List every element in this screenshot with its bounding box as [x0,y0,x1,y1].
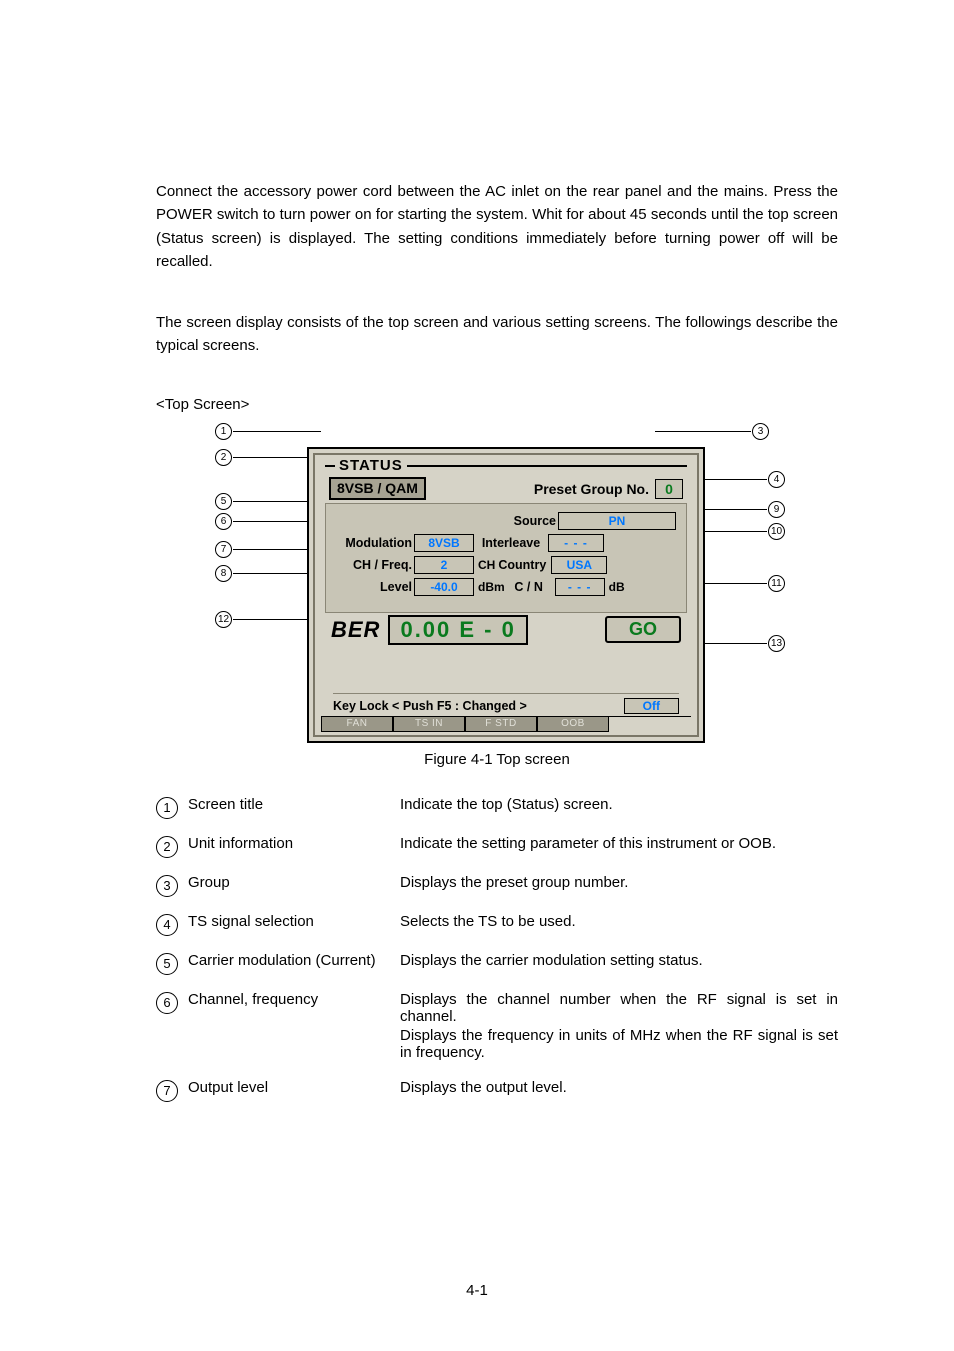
tab-oob[interactable]: OOB [537,717,609,732]
intro-paragraph-1: Connect the accessory power cord between… [156,180,838,273]
tab-fan[interactable]: FAN [321,717,393,732]
legend-number: 2 [156,836,178,858]
chfreq-unit: CH [478,558,495,572]
cn-unit: dB [609,580,625,594]
callout-7: 7 [215,541,232,558]
level-value[interactable]: -40.0 [414,578,474,596]
callout-3: 3 [752,423,769,440]
interleave-value[interactable]: - - - [548,534,604,552]
leader-3 [655,431,751,432]
callout-9: 9 [768,501,785,518]
callout-1: 1 [215,423,232,440]
cn-value[interactable]: - - - [555,578,605,596]
legend-number: 5 [156,953,178,975]
callout-12: 12 [215,611,232,628]
callout-6: 6 [215,513,232,530]
legend-list: 1 Screen titleIndicate the top (Status) s… [156,796,838,1102]
tab-tsin[interactable]: TS IN [393,717,465,732]
legend-desc: Displays the channel number when the RF … [400,991,838,1063]
legend-number: 7 [156,1080,178,1102]
level-label: Level [334,580,412,594]
callout-10: 10 [768,523,785,540]
keylock-value[interactable]: Off [624,698,679,714]
leader-1 [233,431,321,432]
legend-desc: Displays the carrier modulation setting … [400,952,838,971]
modulation-value[interactable]: 8VSB [414,534,474,552]
legend-desc: Selects the TS to be used. [400,913,838,932]
mode-tab[interactable]: 8VSB / QAM [329,477,426,500]
legend-desc: Indicate the top (Status) screen. [400,796,838,815]
legend-row: 2 Unit informationIndicate the setting pa… [156,835,838,858]
intro-paragraph-2: The screen display consists of the top s… [156,311,838,358]
screen-title: STATUS [335,457,407,474]
page-number: 4-1 [0,1282,954,1299]
legend-row: 4 TS signal selectionSelects the TS to be… [156,913,838,936]
legend-term: Group [188,874,400,891]
screenshot-figure: 1 2 5 6 7 8 12 3 4 9 10 11 13 STATUS 8VS… [207,423,787,743]
legend-row: 3 GroupDisplays the preset group number. [156,874,838,897]
preset-group-value[interactable]: 0 [655,479,683,499]
legend-term: Carrier modulation (Current) [188,952,400,969]
legend-number: 6 [156,992,178,1014]
callout-8: 8 [215,565,232,582]
chfreq-label: CH / Freq. [334,558,412,572]
bottom-tabs: FAN TS IN F STD OOB [321,716,691,732]
legend-number: 1 [156,797,178,819]
legend-desc: Displays the preset group number. [400,874,838,893]
legend-number: 4 [156,914,178,936]
legend-row: 5 Carrier modulation (Current)Displays th… [156,952,838,975]
parameter-panel: Source PN Modulation 8VSB Interleave - -… [325,503,687,613]
legend-term: Output level [188,1079,400,1096]
status-screen: STATUS 8VSB / QAM Preset Group No. 0 Sou… [307,447,705,743]
source-value[interactable]: PN [558,512,676,530]
level-unit: dBm [478,580,505,594]
callout-11: 11 [768,575,785,592]
cn-label: C / N [505,580,553,594]
chfreq-value[interactable]: 2 [414,556,474,574]
country-value[interactable]: USA [551,556,607,574]
legend-term: Screen title [188,796,400,813]
legend-number: 3 [156,875,178,897]
go-button[interactable]: GO [605,616,681,643]
subhead-top-screen: <Top Screen> [156,396,838,413]
legend-row: 7 Output levelDisplays the output level. [156,1079,838,1102]
preset-group-label: Preset Group No. [534,481,649,497]
keylock-label: Key Lock < Push F5 : Changed > [333,699,527,713]
source-label: Source [500,514,556,528]
legend-term: Channel, frequency [188,991,400,1008]
ber-label: BER [331,617,380,643]
legend-row: 1 Screen titleIndicate the top (Status) s… [156,796,838,819]
interleave-label: Interleave [476,536,546,550]
tab-fstd[interactable]: F STD [465,717,537,732]
legend-term: Unit information [188,835,400,852]
legend-term: TS signal selection [188,913,400,930]
modulation-label: Modulation [334,536,412,550]
legend-row: 6 Channel, frequencyDisplays the channel … [156,991,838,1063]
legend-desc: Indicate the setting parameter of this i… [400,835,838,854]
ber-value: 0.00 E - 0 [388,615,527,645]
legend-desc: Displays the output level. [400,1079,838,1098]
callout-5: 5 [215,493,232,510]
country-label: Country [495,558,549,572]
callout-4: 4 [768,471,785,488]
callout-13: 13 [768,635,785,652]
callout-2: 2 [215,449,232,466]
figure-caption: Figure 4-1 Top screen [156,751,838,768]
